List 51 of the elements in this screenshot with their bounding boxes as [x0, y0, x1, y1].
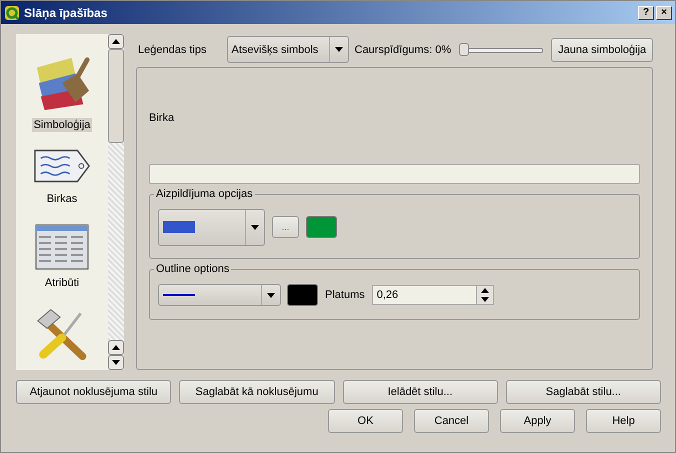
fill-style-dropdown[interactable] — [158, 208, 265, 246]
outline-color-button[interactable] — [287, 284, 318, 306]
dropdown-arrow-icon — [251, 224, 259, 230]
dialog-button[interactable]: Cancel — [414, 409, 489, 433]
fill-color-button[interactable] — [306, 216, 337, 238]
dialog-button[interactable]: Apply — [500, 409, 575, 433]
down-arrow-icon — [112, 360, 120, 365]
up-arrow-icon — [112, 345, 120, 350]
style-button[interactable]: Ielādēt stilu... — [342, 380, 498, 404]
width-spinbox[interactable]: 0,26 — [372, 285, 494, 305]
help-button[interactable]: ? — [638, 6, 654, 20]
style-button[interactable]: Atjaunot noklusējuma stilu — [16, 380, 172, 404]
dropdown-arrow-icon — [267, 292, 275, 298]
up-arrow-icon — [112, 39, 120, 44]
line-style-swatch — [163, 294, 195, 296]
sidebar-label: Atribūti — [44, 276, 80, 290]
sidebar-label: Birkas — [46, 192, 78, 206]
slider-thumb[interactable] — [459, 42, 470, 56]
sidebar-item[interactable]: Simboloģija — [32, 54, 92, 132]
new-symbology-button[interactable]: Jauna simboloģija — [551, 38, 654, 62]
up-arrow-icon — [480, 288, 489, 293]
transparency-label: Caurspīdīgums: 0% — [354, 44, 452, 56]
legend-type-dropdown[interactable]: Atsevišķs simbols — [226, 36, 348, 63]
sidebar-item[interactable]: Birkas — [33, 142, 91, 206]
outline-style-dropdown[interactable] — [158, 284, 281, 306]
sidebar-item[interactable]: Atribūti — [35, 216, 89, 290]
style-button[interactable]: Saglabāt stilu... — [506, 380, 661, 404]
dialog-button[interactable]: OK — [328, 409, 403, 433]
dialog-button[interactable]: Help — [586, 409, 661, 433]
close-button[interactable]: × — [656, 6, 672, 20]
scroll-thumb[interactable] — [108, 49, 124, 143]
label-caption: Birka — [149, 112, 176, 124]
window-title: Slāņa īpašības — [24, 6, 108, 20]
width-label: Platums — [325, 289, 365, 301]
label-input-field[interactable] — [149, 164, 640, 184]
app-icon — [4, 4, 20, 20]
sidebar-label: Simboloģija — [32, 118, 92, 132]
transparency-slider[interactable] — [459, 42, 544, 56]
scrollbar[interactable] — [108, 34, 124, 370]
scroll-up-button[interactable] — [108, 34, 124, 49]
dropdown-arrow-icon — [334, 47, 342, 52]
legend-type-label: Leģendas tips — [138, 44, 206, 56]
group-title: Outline options — [155, 263, 230, 275]
scroll-up-button[interactable] — [108, 340, 124, 355]
fill-style-swatch — [163, 221, 195, 233]
table-icon — [35, 224, 89, 270]
more-button[interactable]: ... — [272, 216, 299, 238]
scroll-down-button[interactable] — [108, 355, 124, 370]
group-title: Aizpildījuma opcijas — [155, 188, 254, 200]
down-arrow-icon — [480, 297, 489, 302]
style-button[interactable]: Saglabāt kā noklusējumu — [179, 380, 334, 404]
